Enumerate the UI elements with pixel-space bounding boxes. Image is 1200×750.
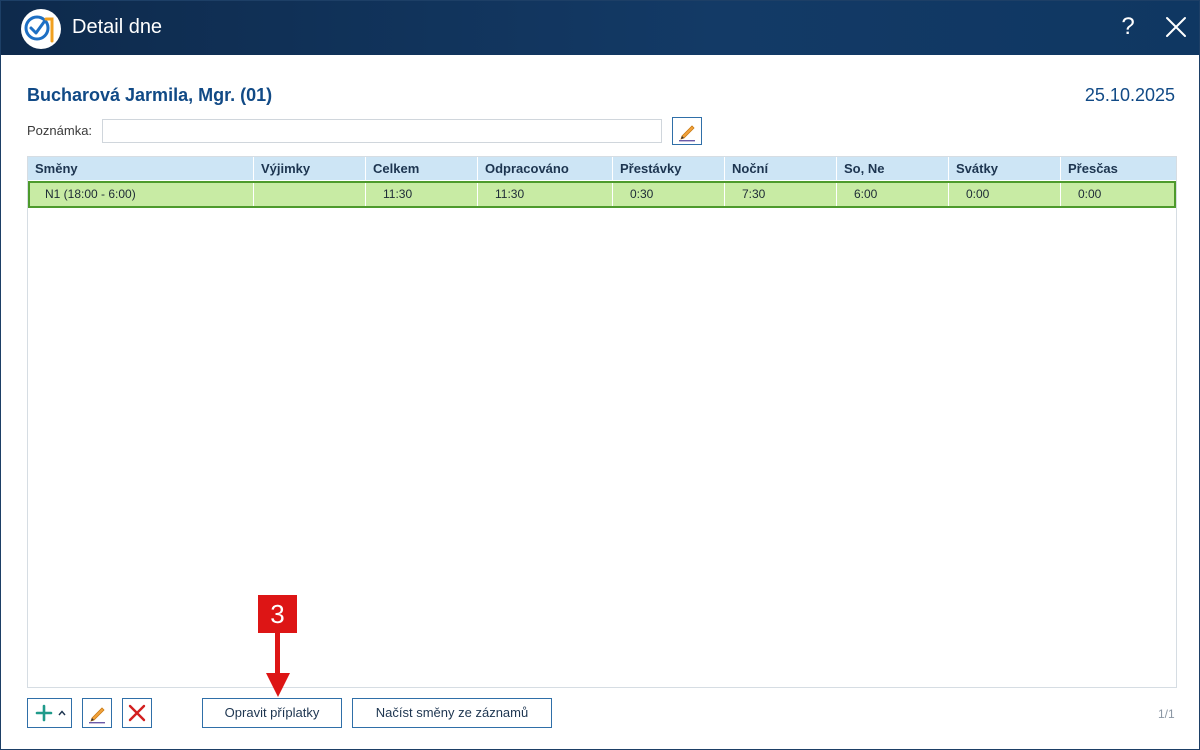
col-header-overtime[interactable]: Přesčas [1060, 157, 1176, 180]
pencil-icon [679, 125, 695, 142]
cell-breaks: 0:30 [612, 183, 724, 206]
note-edit-button[interactable] [672, 117, 702, 145]
employee-name: Bucharová Jarmila, Mgr. (01) [27, 85, 273, 105]
title-bar: Detail dne ? [1, 1, 1199, 55]
cell-shift: N1 (18:00 - 6:00) [45, 187, 136, 201]
col-header-holidays[interactable]: Svátky [948, 157, 1060, 180]
load-shifts-from-records-button[interactable]: Načíst směny ze záznamů [352, 698, 552, 728]
fix-surcharges-button[interactable]: Opravit příplatky [202, 698, 342, 728]
delete-shift-button[interactable] [122, 698, 152, 728]
table-row[interactable]: N1 (18:00 - 6:00) 11:30 11:30 0:30 7:30 … [28, 181, 1176, 208]
col-header-worked[interactable]: Odpracováno [477, 157, 612, 180]
plus-icon [35, 704, 53, 722]
col-header-breaks[interactable]: Přestávky [612, 157, 724, 180]
table-header: Směny Výjimky Celkem Odpracováno Přestáv… [28, 157, 1176, 180]
note-input[interactable] [102, 119, 662, 143]
cell-exceptions [253, 183, 365, 206]
app-logo-icon [21, 9, 61, 49]
caret-up-icon [58, 710, 66, 716]
day-date: 25.10.2025 [1084, 85, 1175, 105]
close-icon[interactable] [1161, 12, 1191, 42]
page-indicator: 1/1 [1158, 707, 1175, 721]
cell-night: 7:30 [724, 183, 836, 206]
cell-worked: 11:30 [477, 183, 612, 206]
col-header-night[interactable]: Noční [724, 157, 836, 180]
pencil-icon [89, 707, 105, 724]
col-header-shifts[interactable]: Směny [28, 157, 253, 180]
col-header-exceptions[interactable]: Výjimky [253, 157, 365, 180]
cell-overtime: 0:00 [1060, 183, 1174, 206]
step-callout-badge: 3 [258, 595, 297, 633]
note-label: Poznámka: [27, 123, 93, 138]
cell-holidays: 0:00 [948, 183, 1060, 206]
detail-day-window: Detail dne ? Bucharová Jarmila, Mgr. (01… [0, 0, 1200, 750]
add-shift-button[interactable] [27, 698, 72, 728]
col-header-weekend[interactable]: So, Ne [836, 157, 948, 180]
shifts-table: Směny Výjimky Celkem Odpracováno Přestáv… [27, 156, 1177, 688]
delete-x-icon [128, 704, 146, 722]
col-header-total[interactable]: Celkem [365, 157, 477, 180]
help-button[interactable]: ? [1113, 12, 1143, 42]
cell-total: 11:30 [365, 183, 477, 206]
callout-arrow-icon [266, 633, 290, 697]
cell-weekend: 6:00 [836, 183, 948, 206]
window-title: Detail dne [72, 16, 163, 38]
edit-shift-button[interactable] [82, 698, 112, 728]
